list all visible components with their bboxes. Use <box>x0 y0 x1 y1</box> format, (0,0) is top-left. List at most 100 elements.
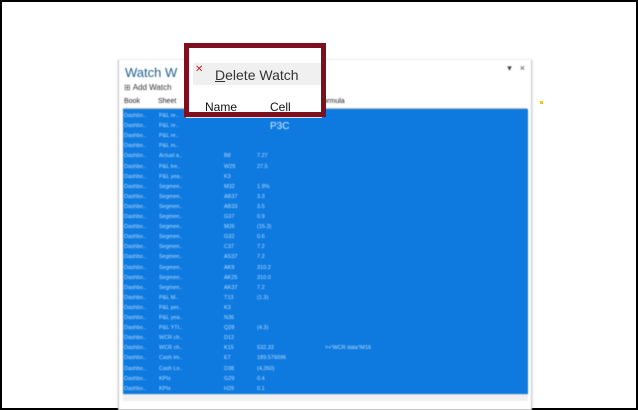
table-row[interactable]: Dashbo.. P&L re.. <box>123 121 528 131</box>
cell-sheet: Segmen.. <box>159 183 183 190</box>
window-controls: ▾ × <box>507 63 525 74</box>
cell-ref: M32 <box>224 183 235 190</box>
table-row[interactable]: Dashbo.. Segmen.. AB33 3.5 <box>123 202 528 212</box>
cell-ref: AB33 <box>224 203 238 210</box>
cell-book: Dashbo.. <box>124 385 147 392</box>
table-row[interactable]: Dashbo.. P&L YTI.. Q28 (4.3) <box>123 323 528 333</box>
add-watch-button[interactable]: Add Watch <box>133 83 172 92</box>
cell-ref: T13 <box>224 294 234 301</box>
table-row[interactable]: Dashbo.. Segmen.. G32 0.6 <box>123 232 528 242</box>
cell-book: Dashbo.. <box>124 325 147 332</box>
table-row[interactable]: Dashbo.. KPIs G29 0.4 <box>123 374 528 384</box>
cell-sheet: Segmen.. <box>159 193 183 200</box>
table-row[interactable]: Dashbo.. P&L yea.. K3 <box>123 172 528 182</box>
table-row[interactable]: Dashbo.. P&L per.. K3 <box>123 303 528 313</box>
cell-book: Dashbo.. <box>124 345 147 352</box>
cell-book: Dashbo.. <box>124 355 147 362</box>
cell-book: Dashbo.. <box>124 264 147 271</box>
cell-book: Dashbo.. <box>124 234 147 241</box>
cell-sheet: P&L yea.. <box>159 315 183 321</box>
cell-sheet: P&L m.. <box>159 143 179 150</box>
close-icon[interactable]: × <box>520 63 525 74</box>
watch-grid[interactable]: P3C Dashbo.. P&L re.. Dashbo.. P&L re.. Dash… <box>123 109 528 394</box>
table-row[interactable]: Dashbo.. P&L yea.. N36 <box>123 313 528 323</box>
table-row[interactable]: Dashbo.. Segmen.. C37 7.2 <box>123 242 528 252</box>
annotation-highlight-box <box>184 43 326 117</box>
cell-sheet: P&L M.. <box>159 294 179 301</box>
cell-sheet: P&L re.. <box>159 113 179 119</box>
cell-sheet: Segmen.. <box>159 244 183 251</box>
cell-sheet: P&L YTI.. <box>159 325 183 332</box>
cell-formula: =+'WCR data'!M16 <box>325 345 372 352</box>
cell-book: Dashbo.. <box>124 163 147 170</box>
cell-ref: AB37 <box>224 193 238 200</box>
table-row[interactable]: Dashbo.. Segmen.. G37 0.9 <box>123 212 528 222</box>
cell-value: (1.3) <box>257 294 269 301</box>
cell-ref: H29 <box>224 385 235 392</box>
cell-ref: G37 <box>224 214 235 220</box>
cell-sheet: Actual a.. <box>159 153 182 160</box>
cell-book: Dashbo.. <box>124 113 147 119</box>
cell-ref: AK25 <box>224 274 238 281</box>
table-row[interactable]: Dashbo.. P&L re.. <box>123 131 528 141</box>
table-row[interactable]: Dashbo.. WCR ch.. K15 532.33 =+'WCR data'!M1… <box>123 343 528 353</box>
cell-sheet: Segmen.. <box>159 234 183 241</box>
add-watch-icon: ⊞ <box>124 83 131 92</box>
table-row[interactable]: Dashbo.. P&L M.. T13 (1.3) <box>123 293 528 303</box>
watch-toolbar: ⊞ Add Watch <box>124 83 172 92</box>
table-row[interactable]: Dashbo.. Cash Lo.. D38 (4,350) <box>123 364 528 374</box>
table-row[interactable]: Dashbo.. Segmen.. AB37 3.3 <box>123 192 528 202</box>
cell-ref: W29 <box>224 163 236 170</box>
table-row[interactable]: Dashbo.. Segmen.. AK37 7.2 <box>123 283 528 293</box>
cell-book: Dashbo.. <box>124 224 147 231</box>
table-row[interactable]: Dashbo.. P&L tre.. W29 27.5 <box>123 162 528 172</box>
cursor-marker <box>540 101 543 104</box>
table-row[interactable]: Dashbo.. P&L m.. <box>123 141 528 151</box>
table-row[interactable]: Dashbo.. Actual a.. B8 7.27 <box>123 151 528 161</box>
window-title: Watch W <box>125 65 178 80</box>
cell-value: (4.3) <box>257 325 269 332</box>
cell-book: Dashbo.. <box>124 193 147 200</box>
cell-value: (15.3) <box>257 224 272 231</box>
cell-value: 3.5 <box>257 203 265 210</box>
cell-value: (4,350) <box>257 365 275 372</box>
cell-book: Dashbo.. <box>124 133 147 140</box>
table-row[interactable]: Dashbo.. Segmen.. M32 1.9% <box>123 182 528 192</box>
cell-sheet: Segmen.. <box>159 214 183 220</box>
cell-value: 7.27 <box>257 153 268 160</box>
cell-ref: D38 <box>224 365 235 372</box>
cell-book: Dashbo.. <box>124 254 147 261</box>
column-header-sheet[interactable]: Sheet <box>158 98 176 105</box>
cell-value: 0.6 <box>257 234 265 241</box>
table-row[interactable]: Dashbo.. Segmen.. M26 (15.3) <box>123 222 528 232</box>
cell-book: Dashbo.. <box>124 375 147 382</box>
cell-book: Dashbo.. <box>124 143 147 150</box>
horizontal-scrollbar[interactable] <box>123 394 528 401</box>
cell-value: 27.5 <box>257 163 268 170</box>
table-row[interactable]: Dashbo.. KPIs H29 0.1 <box>123 384 528 394</box>
cell-ref: G32 <box>224 234 235 241</box>
cell-book: Dashbo.. <box>124 153 147 160</box>
cell-value: 310.0 <box>257 274 271 281</box>
cell-sheet: WCR ch.. <box>159 345 183 352</box>
table-row[interactable]: Dashbo.. WCR ch.. D12 <box>123 333 528 343</box>
cell-sheet: P&L re.. <box>159 123 179 130</box>
cell-value: 0.1 <box>257 385 265 392</box>
column-header-book[interactable]: Book <box>124 98 140 105</box>
cell-book: Dashbo.. <box>124 284 147 291</box>
cell-value: 0.4 <box>257 375 265 382</box>
table-row[interactable]: Dashbo.. Segmen.. AK9 310.2 <box>123 263 528 273</box>
cell-book: Dashbo.. <box>124 315 147 321</box>
cell-book: Dashbo.. <box>124 183 147 190</box>
cell-sheet: Cash Lo.. <box>159 365 183 372</box>
dropdown-icon[interactable]: ▾ <box>507 63 512 74</box>
table-row[interactable]: Dashbo.. Segmen.. AK25 310.0 <box>123 273 528 283</box>
cell-value: 7.2 <box>257 244 265 251</box>
cell-ref: G29 <box>224 375 235 382</box>
cell-ref: K15 <box>224 345 234 352</box>
table-row[interactable]: Dashbo.. Segmen.. AS37 7.2 <box>123 252 528 262</box>
cell-value: 1.9% <box>257 183 270 190</box>
cell-sheet: Segmen.. <box>159 203 183 210</box>
table-row[interactable]: Dashbo.. Cash im.. E7 189.576096 <box>123 353 528 363</box>
cell-ref: AS37 <box>224 254 238 261</box>
